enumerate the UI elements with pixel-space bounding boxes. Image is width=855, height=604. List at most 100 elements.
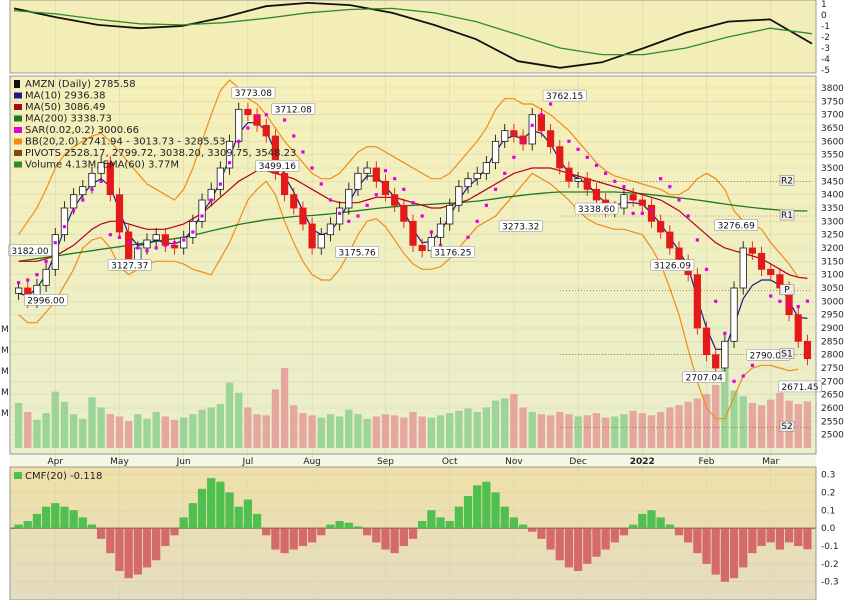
- candle-body: [455, 186, 463, 206]
- cmf-bar: [482, 481, 491, 529]
- candle-body: [537, 114, 546, 132]
- sar-dot: [539, 113, 544, 117]
- volume-bar: [455, 410, 463, 448]
- month-label: Jun: [176, 457, 191, 467]
- volume-bar: [354, 414, 362, 448]
- candle-body: [189, 220, 197, 238]
- candle-body: [675, 247, 683, 262]
- volume-bar: [748, 402, 757, 448]
- sar-dot: [328, 198, 333, 202]
- volume-bar: [684, 401, 692, 448]
- candle-body: [336, 207, 344, 225]
- price-tick-label: 3500: [821, 164, 844, 174]
- volume-bar: [115, 416, 124, 448]
- sar-dot: [576, 147, 580, 151]
- price-tick-label: 2550: [821, 417, 844, 427]
- volume-bar: [666, 407, 674, 448]
- sar-dot: [484, 203, 488, 207]
- volume-bar: [198, 409, 206, 448]
- volume-bar: [244, 407, 252, 448]
- volume-bar: [592, 413, 601, 448]
- legend-swatch: [14, 115, 22, 122]
- volume-bar: [143, 418, 151, 448]
- candle-body: [363, 167, 371, 174]
- cmf-bar: [619, 528, 629, 536]
- cmf-bar: [427, 510, 436, 529]
- sar-dot: [16, 281, 21, 285]
- cmf-bar: [573, 528, 583, 571]
- cmf-bar: [289, 528, 298, 550]
- month-label: Dec: [569, 457, 586, 467]
- price-tick-label: 3750: [821, 97, 844, 107]
- sar-dot: [172, 241, 177, 245]
- candle-body: [546, 130, 555, 148]
- legend-swatch: [14, 92, 22, 99]
- legend-label: PIVOTS 2528.17, 2799.72, 3038.20, 3309.7…: [25, 148, 296, 159]
- cmf-bar: [647, 510, 656, 529]
- candle-body: [51, 234, 59, 270]
- cmf-bar: [509, 517, 519, 529]
- sar-dot: [282, 118, 287, 122]
- legend-label: MA(10) 2936.38: [25, 91, 106, 102]
- candle-body: [125, 231, 133, 262]
- cmf-bar: [454, 506, 463, 529]
- cmf-bar: [271, 528, 280, 550]
- cmf-tick-label: 0.1: [821, 506, 835, 516]
- volume-bar: [381, 414, 390, 448]
- sar-dot: [90, 187, 94, 191]
- volume-bar: [601, 417, 610, 448]
- candle-body: [574, 178, 582, 182]
- candle-body: [657, 220, 665, 233]
- volume-bar: [611, 416, 619, 448]
- sar-dot: [750, 363, 754, 367]
- cmf-bar: [188, 503, 197, 529]
- cmf-bar: [638, 513, 647, 529]
- cmf-bar: [216, 481, 225, 529]
- candle-body: [409, 220, 417, 246]
- cmf-bar: [408, 528, 418, 539]
- cmf-bar: [766, 528, 775, 543]
- volume-bar: [656, 411, 665, 448]
- cmf-bar: [133, 528, 142, 575]
- cmf-bar: [326, 524, 335, 529]
- volume-bar: [335, 416, 344, 448]
- volume-bar: [390, 415, 399, 448]
- cmf-bar: [234, 506, 243, 529]
- cmf-bar: [500, 506, 509, 529]
- cmf-bar: [161, 528, 170, 546]
- sar-dot: [365, 203, 369, 207]
- callout-label: 3712.08: [275, 105, 312, 115]
- sar-dot: [264, 113, 268, 117]
- cmf-tick-label: 0.2: [821, 488, 835, 498]
- price-tick-label: 3000: [821, 297, 844, 307]
- volume-bar: [473, 411, 481, 448]
- sar-dot: [530, 123, 534, 127]
- cmf-bar: [711, 528, 720, 575]
- sar-dot: [493, 187, 498, 191]
- sar-dot: [604, 171, 608, 175]
- cmf-bar: [197, 488, 207, 529]
- cmf-bar: [298, 528, 308, 546]
- sar-dot: [503, 171, 507, 175]
- sar-dot: [769, 294, 773, 298]
- price-tick-label: 3200: [821, 244, 844, 254]
- candle-body: [418, 244, 426, 252]
- cmf-bar: [207, 478, 216, 529]
- cmf-bar: [473, 485, 482, 529]
- cmf-bar: [243, 499, 253, 529]
- volume-bar: [675, 405, 683, 448]
- cmf-bar: [152, 528, 161, 561]
- sar-dot: [695, 238, 699, 242]
- sar-dot: [714, 299, 718, 303]
- price-tick-label: 2950: [821, 311, 844, 321]
- cmf-tick-label: 0.0: [821, 524, 836, 534]
- top-tick-label: 1: [821, 0, 827, 10]
- candle-body: [345, 188, 353, 209]
- candle-body: [693, 274, 701, 329]
- pivot-label: R1: [781, 211, 793, 221]
- volume-bar: [565, 414, 573, 448]
- price-tick-label: 2500: [821, 431, 844, 441]
- volume-bar: [271, 389, 280, 448]
- callout-label: 3127.37: [111, 261, 148, 271]
- price-tick-label: 3800: [821, 84, 844, 94]
